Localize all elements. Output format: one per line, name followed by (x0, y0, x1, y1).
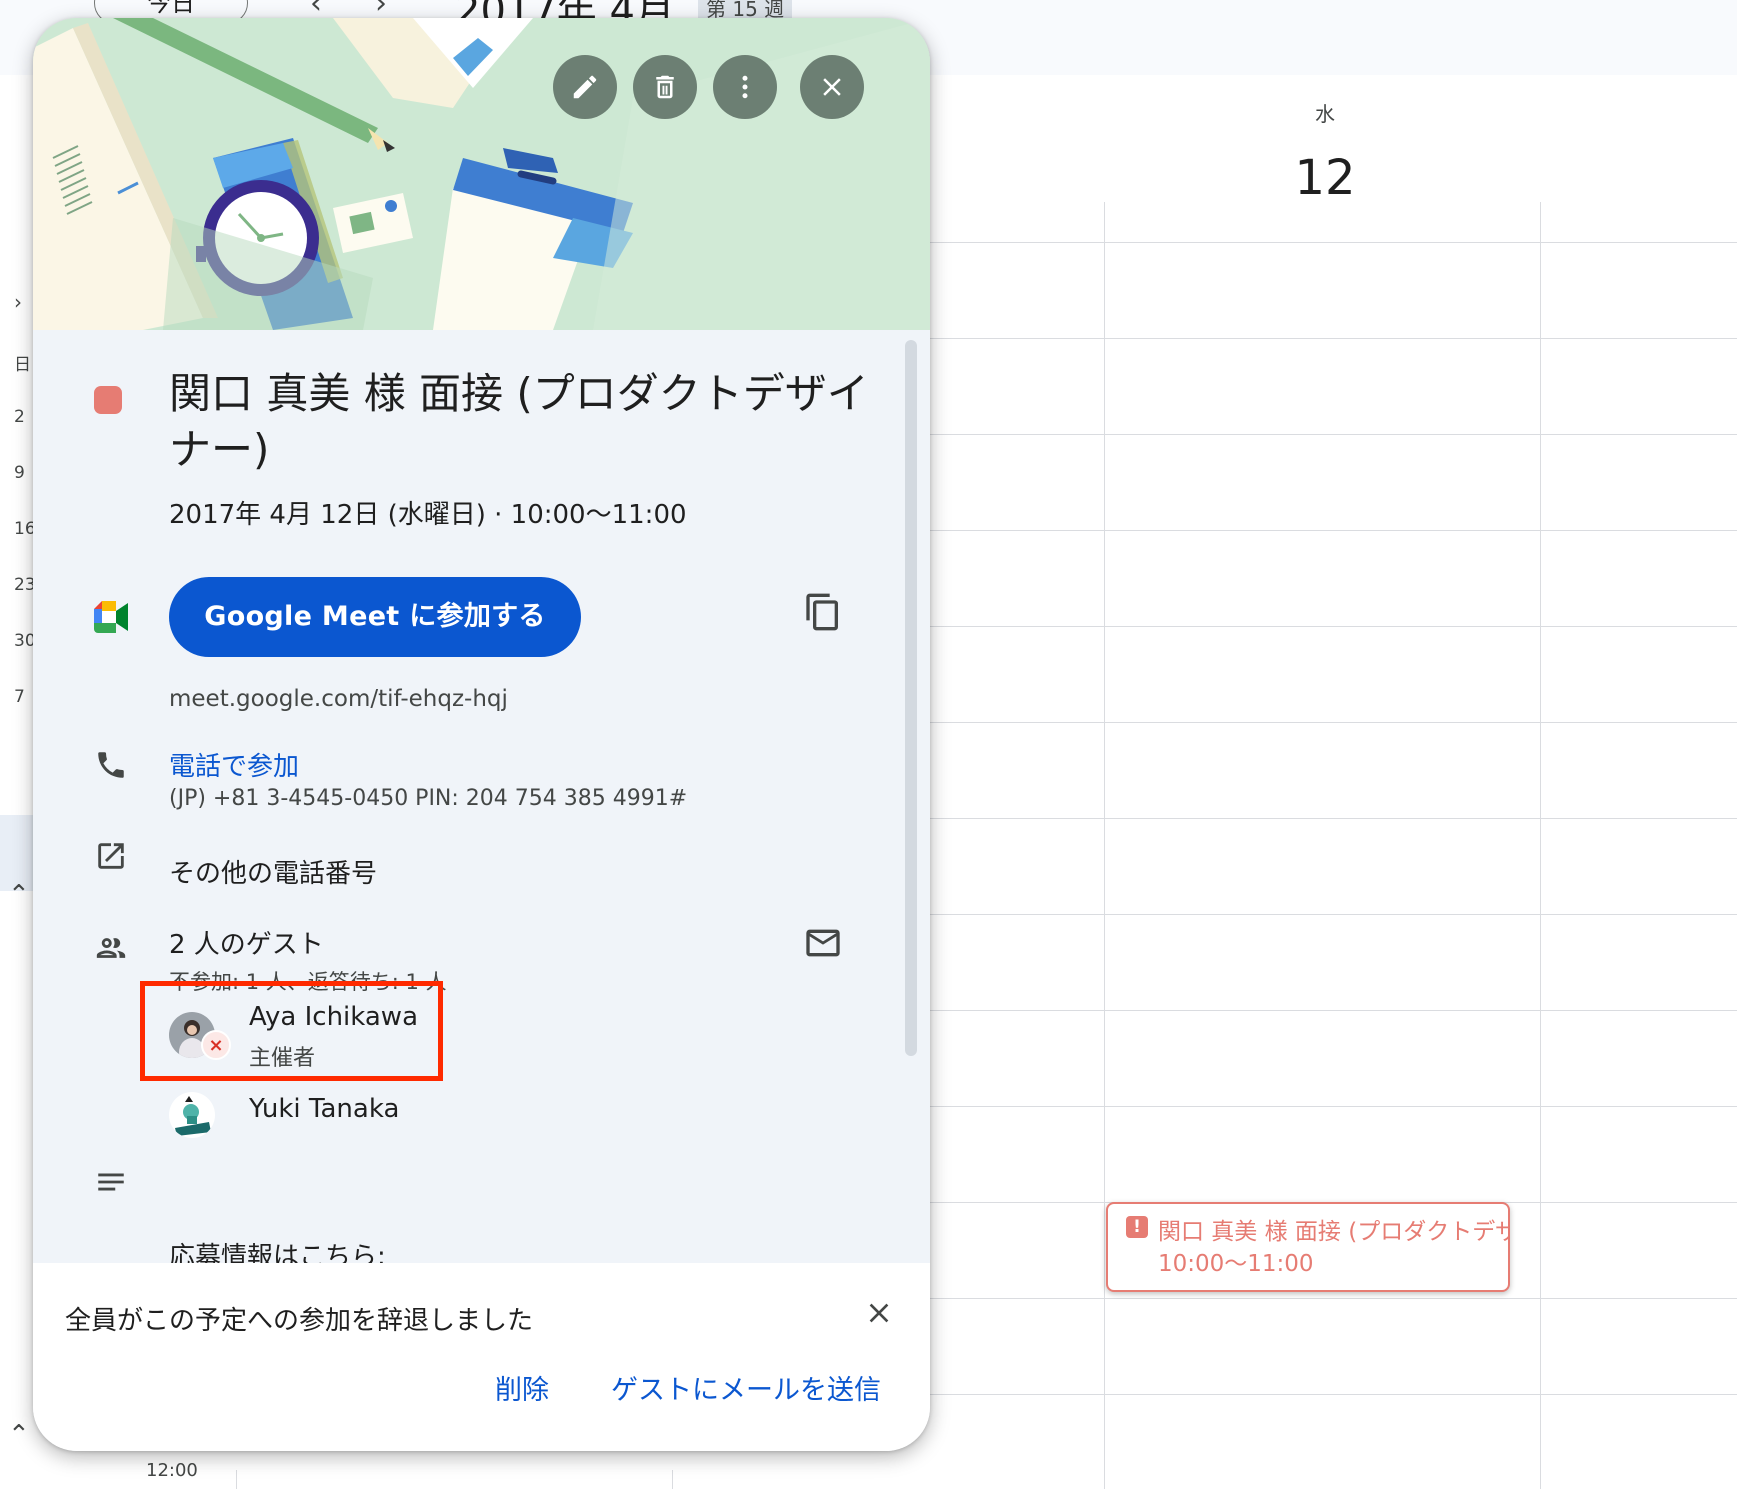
warning-icon: ! (1126, 1216, 1148, 1238)
notice-delete-button[interactable]: 削除 (495, 1368, 549, 1407)
description-icon (89, 1160, 133, 1204)
close-icon (869, 1303, 889, 1323)
google-meet-icon (89, 595, 133, 639)
mini-calendar-next-icon[interactable]: › (14, 290, 22, 314)
event-date-time: 2017年 4月 12日 (水曜日) · 10:00〜11:00 (169, 500, 687, 530)
guest-name[interactable]: Yuki Tanaka (249, 1094, 399, 1124)
event-header-illustration (33, 18, 930, 330)
email-guests-button[interactable] (803, 923, 847, 967)
delete-button[interactable] (633, 55, 697, 119)
event-chip-title: 関口 真美 様 面接 (プロダクトデザイナー) (1158, 1219, 1508, 1245)
event-chip[interactable]: ! 関口 真美 様 面接 (プロダクトデザイナー) 10:00〜11:00 (1106, 1202, 1510, 1292)
desk-illustration (33, 18, 930, 330)
more-vert-icon (742, 75, 748, 99)
close-icon (823, 78, 841, 96)
close-button[interactable] (800, 55, 864, 119)
notice-close-button[interactable] (857, 1291, 901, 1335)
mini-calendar (0, 75, 34, 1489)
mini-calendar-header: 日 (14, 355, 31, 375)
phone-number: (JP) +81 3-4545-0450 PIN: 204 754 385 49… (169, 786, 688, 811)
guest-avatar (169, 1092, 215, 1138)
open-in-new-icon (89, 834, 133, 878)
mini-calendar-day[interactable]: 9 (14, 463, 25, 483)
collapse-icon[interactable]: ⌃ (8, 1420, 30, 1450)
scrollbar[interactable] (905, 340, 917, 1056)
event-title: 関口 真美 様 面接 (プロダクトデザイナー) (169, 369, 869, 474)
event-chip-time: 10:00〜11:00 (1158, 1251, 1314, 1277)
notice-text: 全員がこの予定への参加を辞退しました (65, 1306, 534, 1336)
people-icon (89, 926, 133, 970)
join-by-phone-link[interactable]: 電話で参加 (169, 746, 299, 783)
phone-icon (89, 743, 133, 787)
event-details-dialog: 関口 真美 様 面接 (プロダクトデザイナー) 2017年 4月 12日 (水曜… (33, 18, 930, 1451)
event-color-swatch (94, 386, 122, 414)
collapse-icon[interactable]: ⌃ (8, 880, 30, 910)
edit-icon (573, 75, 597, 99)
mini-calendar-day[interactable]: 2 (14, 407, 25, 427)
notice-email-guests-button[interactable]: ゲストにメールを送信 (611, 1368, 881, 1407)
join-meet-button[interactable]: Google Meet に参加する (169, 577, 581, 657)
more-options-button[interactable] (713, 55, 777, 119)
more-phone-numbers-link[interactable]: その他の電話番号 (169, 853, 377, 890)
edit-button[interactable] (553, 55, 617, 119)
day-name: 水 (1315, 102, 1335, 126)
declined-notice: 全員がこの予定への参加を辞退しました 削除 ゲストにメールを送信 (33, 1263, 930, 1451)
day-number[interactable]: 12 (1280, 150, 1370, 206)
meet-link[interactable]: meet.google.com/tif-ehqz-hqj (169, 686, 508, 712)
copy-link-button[interactable] (803, 592, 847, 636)
guest-count: 2 人のゲスト (169, 930, 324, 960)
highlight-annotation (140, 981, 443, 1081)
copy-icon (806, 593, 838, 631)
time-label: 12:00 (146, 1460, 198, 1481)
mini-calendar-day[interactable]: 7 (14, 687, 25, 707)
mail-icon (806, 929, 840, 957)
trash-icon (656, 75, 674, 99)
